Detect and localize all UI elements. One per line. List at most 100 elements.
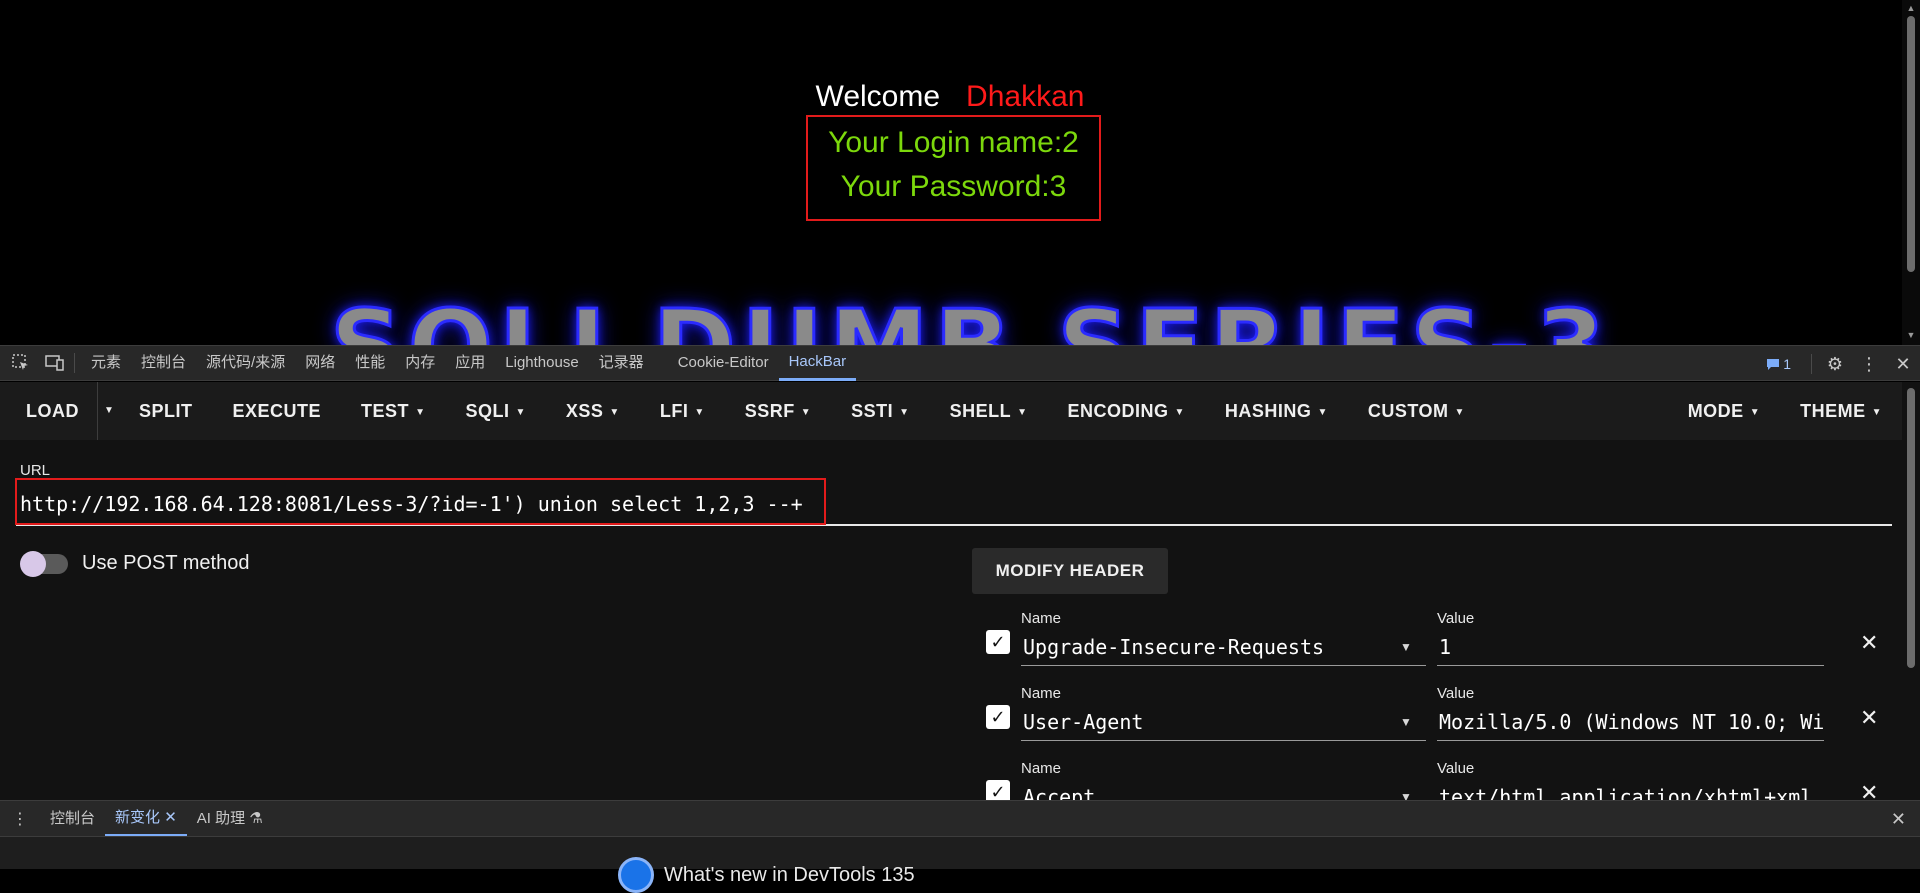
tab-sources[interactable]: 源代码/来源	[196, 345, 295, 381]
load-button[interactable]: LOAD	[0, 382, 97, 440]
more-options-icon[interactable]: ⋮	[1852, 354, 1886, 375]
header-row: ✓ Name Accept ▼ Value text/html,applicat…	[980, 760, 1880, 800]
drawer-tab-ai-label: AI 助理	[196, 809, 246, 827]
remove-header-icon[interactable]: ✕	[1860, 705, 1878, 731]
tab-console[interactable]: 控制台	[131, 345, 196, 381]
header-checkbox[interactable]: ✓	[986, 630, 1010, 654]
hackbar-body: URL Use POST method MODIFY HEADER ✓ Name…	[0, 440, 1902, 800]
hashing-menu[interactable]: HASHING ▼	[1205, 382, 1348, 440]
inspect-element-icon[interactable]	[8, 350, 34, 376]
header-checkbox[interactable]: ✓	[986, 705, 1010, 729]
tab-cookie-editor[interactable]: Cookie-Editor	[668, 345, 779, 381]
scroll-down-icon[interactable]: ▼	[1906, 330, 1916, 340]
caret-down-icon: ▼	[899, 407, 910, 418]
remove-header-icon[interactable]: ✕	[1860, 780, 1878, 800]
scroll-up-icon[interactable]: ▲	[1906, 3, 1916, 13]
scrollbar-thumb[interactable]	[1907, 16, 1915, 272]
execute-button[interactable]: EXECUTE	[213, 382, 342, 440]
caret-down-icon: ▼	[1749, 407, 1761, 418]
post-method-toggle[interactable]	[20, 551, 68, 577]
close-tab-icon[interactable]: ✕	[164, 809, 177, 826]
header-value-field[interactable]: 1	[1437, 630, 1824, 666]
drawer-tab-ai-assistant[interactable]: AI 助理 ⚗	[187, 801, 273, 837]
device-toolbar-icon[interactable]	[42, 350, 68, 376]
xss-menu[interactable]: XSS ▼	[546, 382, 640, 440]
header-name-label: Name	[1021, 760, 1062, 777]
issues-badge[interactable]: 1	[1766, 356, 1791, 372]
custom-menu-label: CUSTOM	[1367, 401, 1449, 421]
devtools-logo-icon	[618, 857, 654, 893]
header-row: ✓ Name User-Agent ▼ Value Mozilla/5.0 (W…	[980, 685, 1880, 755]
theme-menu[interactable]: THEME ▼	[1780, 382, 1902, 440]
login-name-line: Your Login name:2	[828, 126, 1079, 159]
flask-icon: ⚗	[249, 809, 263, 827]
caret-down-icon: ▼	[1017, 407, 1028, 418]
modify-header-button[interactable]: MODIFY HEADER	[972, 548, 1168, 594]
tab-recorder[interactable]: 记录器	[589, 345, 654, 381]
page-scrollbar[interactable]: ▲ ▼	[1902, 0, 1920, 345]
sqli-menu[interactable]: SQLI ▼	[445, 382, 545, 440]
tab-network[interactable]: 网络	[295, 345, 345, 381]
header-checkbox[interactable]: ✓	[986, 780, 1010, 800]
tab-hackbar[interactable]: HackBar	[778, 345, 857, 381]
toggle-knob	[20, 551, 46, 577]
tab-memory[interactable]: 内存	[395, 345, 445, 381]
dropdown-caret-icon[interactable]: ▼	[1400, 790, 1412, 800]
ssti-menu[interactable]: SSTI ▼	[831, 382, 929, 440]
drawer-menu-icon[interactable]: ⋮	[0, 809, 40, 829]
caret-down-icon: ▼	[1871, 407, 1882, 418]
remove-header-icon[interactable]: ✕	[1860, 630, 1878, 656]
ssti-menu-label: SSTI	[851, 401, 894, 421]
hackbar-toolbar: LOAD ▼ SPLIT EXECUTE TEST ▼ SQLI ▼ XSS ▼ LF…	[0, 382, 1902, 440]
tab-elements[interactable]: 元素	[81, 345, 131, 381]
header-value-label: Value	[1437, 685, 1475, 702]
url-label: URL	[20, 462, 51, 479]
header-name-field[interactable]: Upgrade-Insecure-Requests	[1021, 630, 1426, 666]
header-name-label: Name	[1021, 610, 1062, 627]
login-result-box: Your Login name:2 Your Password:3	[806, 115, 1101, 221]
caret-down-icon: ▼	[1174, 407, 1185, 418]
header-value-field[interactable]: text/html,application/xhtml+xml,applicat…	[1437, 780, 1824, 800]
whats-new-text: What's new in DevTools 135	[664, 863, 915, 886]
mode-menu[interactable]: MODE ▼	[1668, 382, 1780, 440]
message-icon	[1767, 358, 1780, 370]
theme-menu-label: THEME	[1800, 401, 1866, 421]
tab-lighthouse[interactable]: Lighthouse	[495, 345, 588, 381]
custom-menu[interactable]: CUSTOM ▼	[1348, 382, 1485, 440]
header-value-label: Value	[1437, 760, 1475, 777]
encoding-menu-label: ENCODING	[1067, 401, 1169, 421]
tab-application[interactable]: 应用	[445, 345, 495, 381]
test-menu[interactable]: TEST ▼	[341, 382, 445, 440]
scrollbar-thumb[interactable]	[1907, 388, 1915, 668]
close-drawer-icon[interactable]: ✕	[1891, 801, 1906, 837]
drawer-tab-whats-new[interactable]: 新变化 ✕	[105, 801, 187, 837]
devtools-tab-strip: 元素 控制台 源代码/来源 网络 性能 内存 应用 Lighthouse 记录器…	[0, 345, 1920, 381]
load-dropdown-icon[interactable]: ▼	[97, 382, 119, 440]
dropdown-caret-icon[interactable]: ▼	[1400, 640, 1412, 654]
xss-menu-label: XSS	[565, 401, 604, 421]
header-row: ✓ Name Upgrade-Insecure-Requests ▼ Value…	[980, 610, 1880, 680]
shell-menu[interactable]: SHELL ▼	[930, 382, 1048, 440]
caret-down-icon: ▼	[800, 407, 812, 418]
header-value-field[interactable]: Mozilla/5.0 (Windows NT 10.0; Win64; x64…	[1437, 705, 1824, 741]
encoding-menu[interactable]: ENCODING ▼	[1048, 382, 1205, 440]
drawer-body: What's new in DevTools 135	[0, 836, 1920, 893]
ssrf-menu[interactable]: SSRF ▼	[725, 382, 831, 440]
caret-down-icon: ▼	[694, 407, 705, 418]
url-input[interactable]	[16, 484, 1892, 526]
lfi-menu[interactable]: LFI ▼	[640, 382, 725, 440]
header-name-field[interactable]: User-Agent	[1021, 705, 1426, 741]
close-devtools-icon[interactable]: ✕	[1886, 354, 1920, 375]
hashing-menu-label: HASHING	[1224, 401, 1312, 421]
settings-gear-icon[interactable]: ⚙	[1818, 354, 1852, 375]
sqli-menu-label: SQLI	[465, 401, 510, 421]
drawer-tab-whats-new-label: 新变化	[115, 808, 161, 826]
dropdown-caret-icon[interactable]: ▼	[1400, 715, 1412, 729]
header-name-field[interactable]: Accept	[1021, 780, 1426, 800]
lfi-menu-label: LFI	[659, 401, 689, 421]
drawer-tab-console[interactable]: 控制台	[40, 801, 105, 837]
divider	[1811, 354, 1812, 374]
hackbar-scrollbar[interactable]	[1902, 382, 1920, 800]
tab-performance[interactable]: 性能	[345, 345, 395, 381]
split-button[interactable]: SPLIT	[119, 382, 213, 440]
